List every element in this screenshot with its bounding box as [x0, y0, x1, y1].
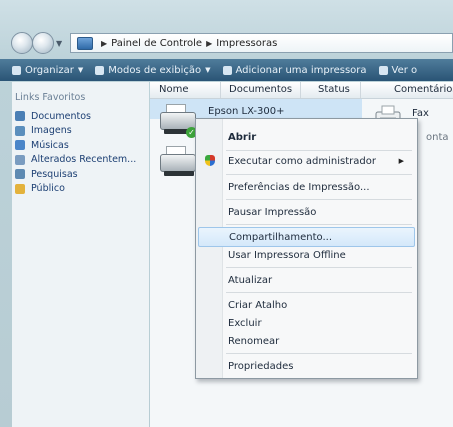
control-panel-icon — [77, 36, 93, 50]
add-printer-icon — [222, 65, 232, 75]
submenu-arrow-icon: ▶ — [398, 157, 404, 165]
nav-item-label: Imagens — [31, 125, 72, 137]
menu-item-refresh[interactable]: Atualizar — [224, 270, 414, 290]
printer-tray — [164, 171, 194, 176]
menu-item-rename[interactable]: Renomear — [224, 331, 414, 351]
menu-item-sharing[interactable]: Compartilhamento... — [198, 227, 415, 247]
see-label: Ver o — [391, 64, 418, 76]
breadcrumb-chevron-icon[interactable]: ▶ — [101, 39, 107, 48]
column-divider[interactable] — [300, 82, 301, 98]
address-row: ▼ ▶ Painel de Controle ▶ Impressoras — [0, 28, 453, 58]
menu-item-open[interactable]: Abrir — [224, 127, 414, 147]
nav-item-recent[interactable]: Alterados Recentem... — [12, 153, 149, 168]
printers-window: ▼ ▶ Painel de Controle ▶ Impressoras Org… — [0, 0, 453, 427]
views-label: Modos de exibição — [108, 64, 202, 76]
uac-shield-icon — [205, 155, 215, 166]
views-icon — [95, 65, 105, 75]
nav-item-label: Pesquisas — [31, 168, 78, 180]
column-divider[interactable] — [360, 82, 361, 98]
menu-separator — [226, 353, 412, 354]
command-bar: Organizar ▼ Modos de exibição ▼ Adiciona… — [0, 59, 453, 81]
menu-item-create-shortcut[interactable]: Criar Atalho — [224, 295, 414, 315]
menu-item-delete[interactable]: Excluir — [224, 313, 414, 333]
menu-separator — [226, 174, 412, 175]
add-printer-label: Adicionar uma impressora — [235, 64, 367, 76]
printer-name: Epson LX-300+ — [208, 106, 285, 117]
menu-item-label: Executar como administrador — [228, 155, 376, 167]
nav-item-documents[interactable]: Documentos — [12, 109, 149, 124]
nav-item-searches[interactable]: Pesquisas — [12, 167, 149, 182]
breadcrumb-control-panel[interactable]: Painel de Controle — [111, 38, 202, 49]
nav-item-label: Documentos — [31, 110, 91, 122]
context-menu: Abrir Executar como administrador ▶ Pref… — [195, 118, 418, 379]
chevron-down-icon: ▼ — [205, 66, 211, 74]
menu-separator — [226, 199, 412, 200]
breadcrumb-chevron-icon[interactable]: ▶ — [206, 39, 212, 48]
menu-item-properties[interactable]: Propriedades — [224, 356, 414, 376]
address-bar[interactable]: ▶ Painel de Controle ▶ Impressoras — [70, 33, 453, 53]
nav-item-label: Alterados Recentem... — [31, 154, 137, 166]
nav-item-label: Público — [31, 183, 65, 195]
printer-icon — [378, 65, 388, 75]
column-name[interactable]: Nome — [159, 84, 189, 95]
menu-item-run-as-admin[interactable]: Executar como administrador ▶ — [224, 151, 414, 171]
public-folder-icon — [15, 183, 25, 194]
forward-button[interactable] — [32, 32, 54, 54]
organize-icon — [12, 65, 21, 75]
favorite-links-heading: Links Favoritos — [15, 92, 86, 103]
recent-pages-dropdown-icon[interactable]: ▼ — [56, 39, 62, 48]
menu-item-use-offline[interactable]: Usar Impressora Offline — [224, 245, 414, 265]
column-header: Nome Documentos Status Comentários — [150, 82, 453, 99]
menu-separator — [226, 292, 412, 293]
column-documents[interactable]: Documentos — [229, 84, 292, 95]
menu-separator — [226, 224, 412, 225]
nav-item-pictures[interactable]: Imagens — [12, 124, 149, 139]
add-printer-button[interactable]: Adicionar uma impressora — [222, 64, 367, 76]
nav-item-music[interactable]: Músicas — [12, 138, 149, 153]
back-button[interactable] — [11, 32, 33, 54]
menu-separator — [226, 267, 412, 268]
documents-icon — [15, 111, 25, 122]
organize-button[interactable]: Organizar ▼ — [12, 65, 83, 76]
fax-detail: onta — [426, 132, 449, 143]
breadcrumb-printers[interactable]: Impressoras — [216, 38, 277, 49]
nav-item-public[interactable]: Público — [12, 182, 149, 197]
search-icon — [15, 169, 25, 180]
nav-item-label: Músicas — [31, 139, 69, 151]
menu-item-printing-preferences[interactable]: Preferências de Impressão... — [224, 177, 414, 197]
music-icon — [15, 140, 25, 151]
recent-icon — [15, 154, 25, 165]
navigation-pane: Links Favoritos Documentos Imagens Músic… — [12, 82, 149, 427]
column-divider[interactable] — [220, 82, 221, 98]
organize-label: Organizar — [25, 64, 74, 76]
chevron-down-icon: ▼ — [77, 66, 84, 74]
column-status[interactable]: Status — [318, 84, 350, 95]
printer-icon — [160, 154, 196, 172]
see-button[interactable]: Ver o — [378, 64, 418, 76]
views-button[interactable]: Modos de exibição ▼ — [95, 64, 211, 76]
pictures-icon — [15, 125, 25, 136]
column-comments[interactable]: Comentários — [394, 84, 453, 95]
menu-item-pause-printing[interactable]: Pausar Impressão — [224, 202, 414, 222]
